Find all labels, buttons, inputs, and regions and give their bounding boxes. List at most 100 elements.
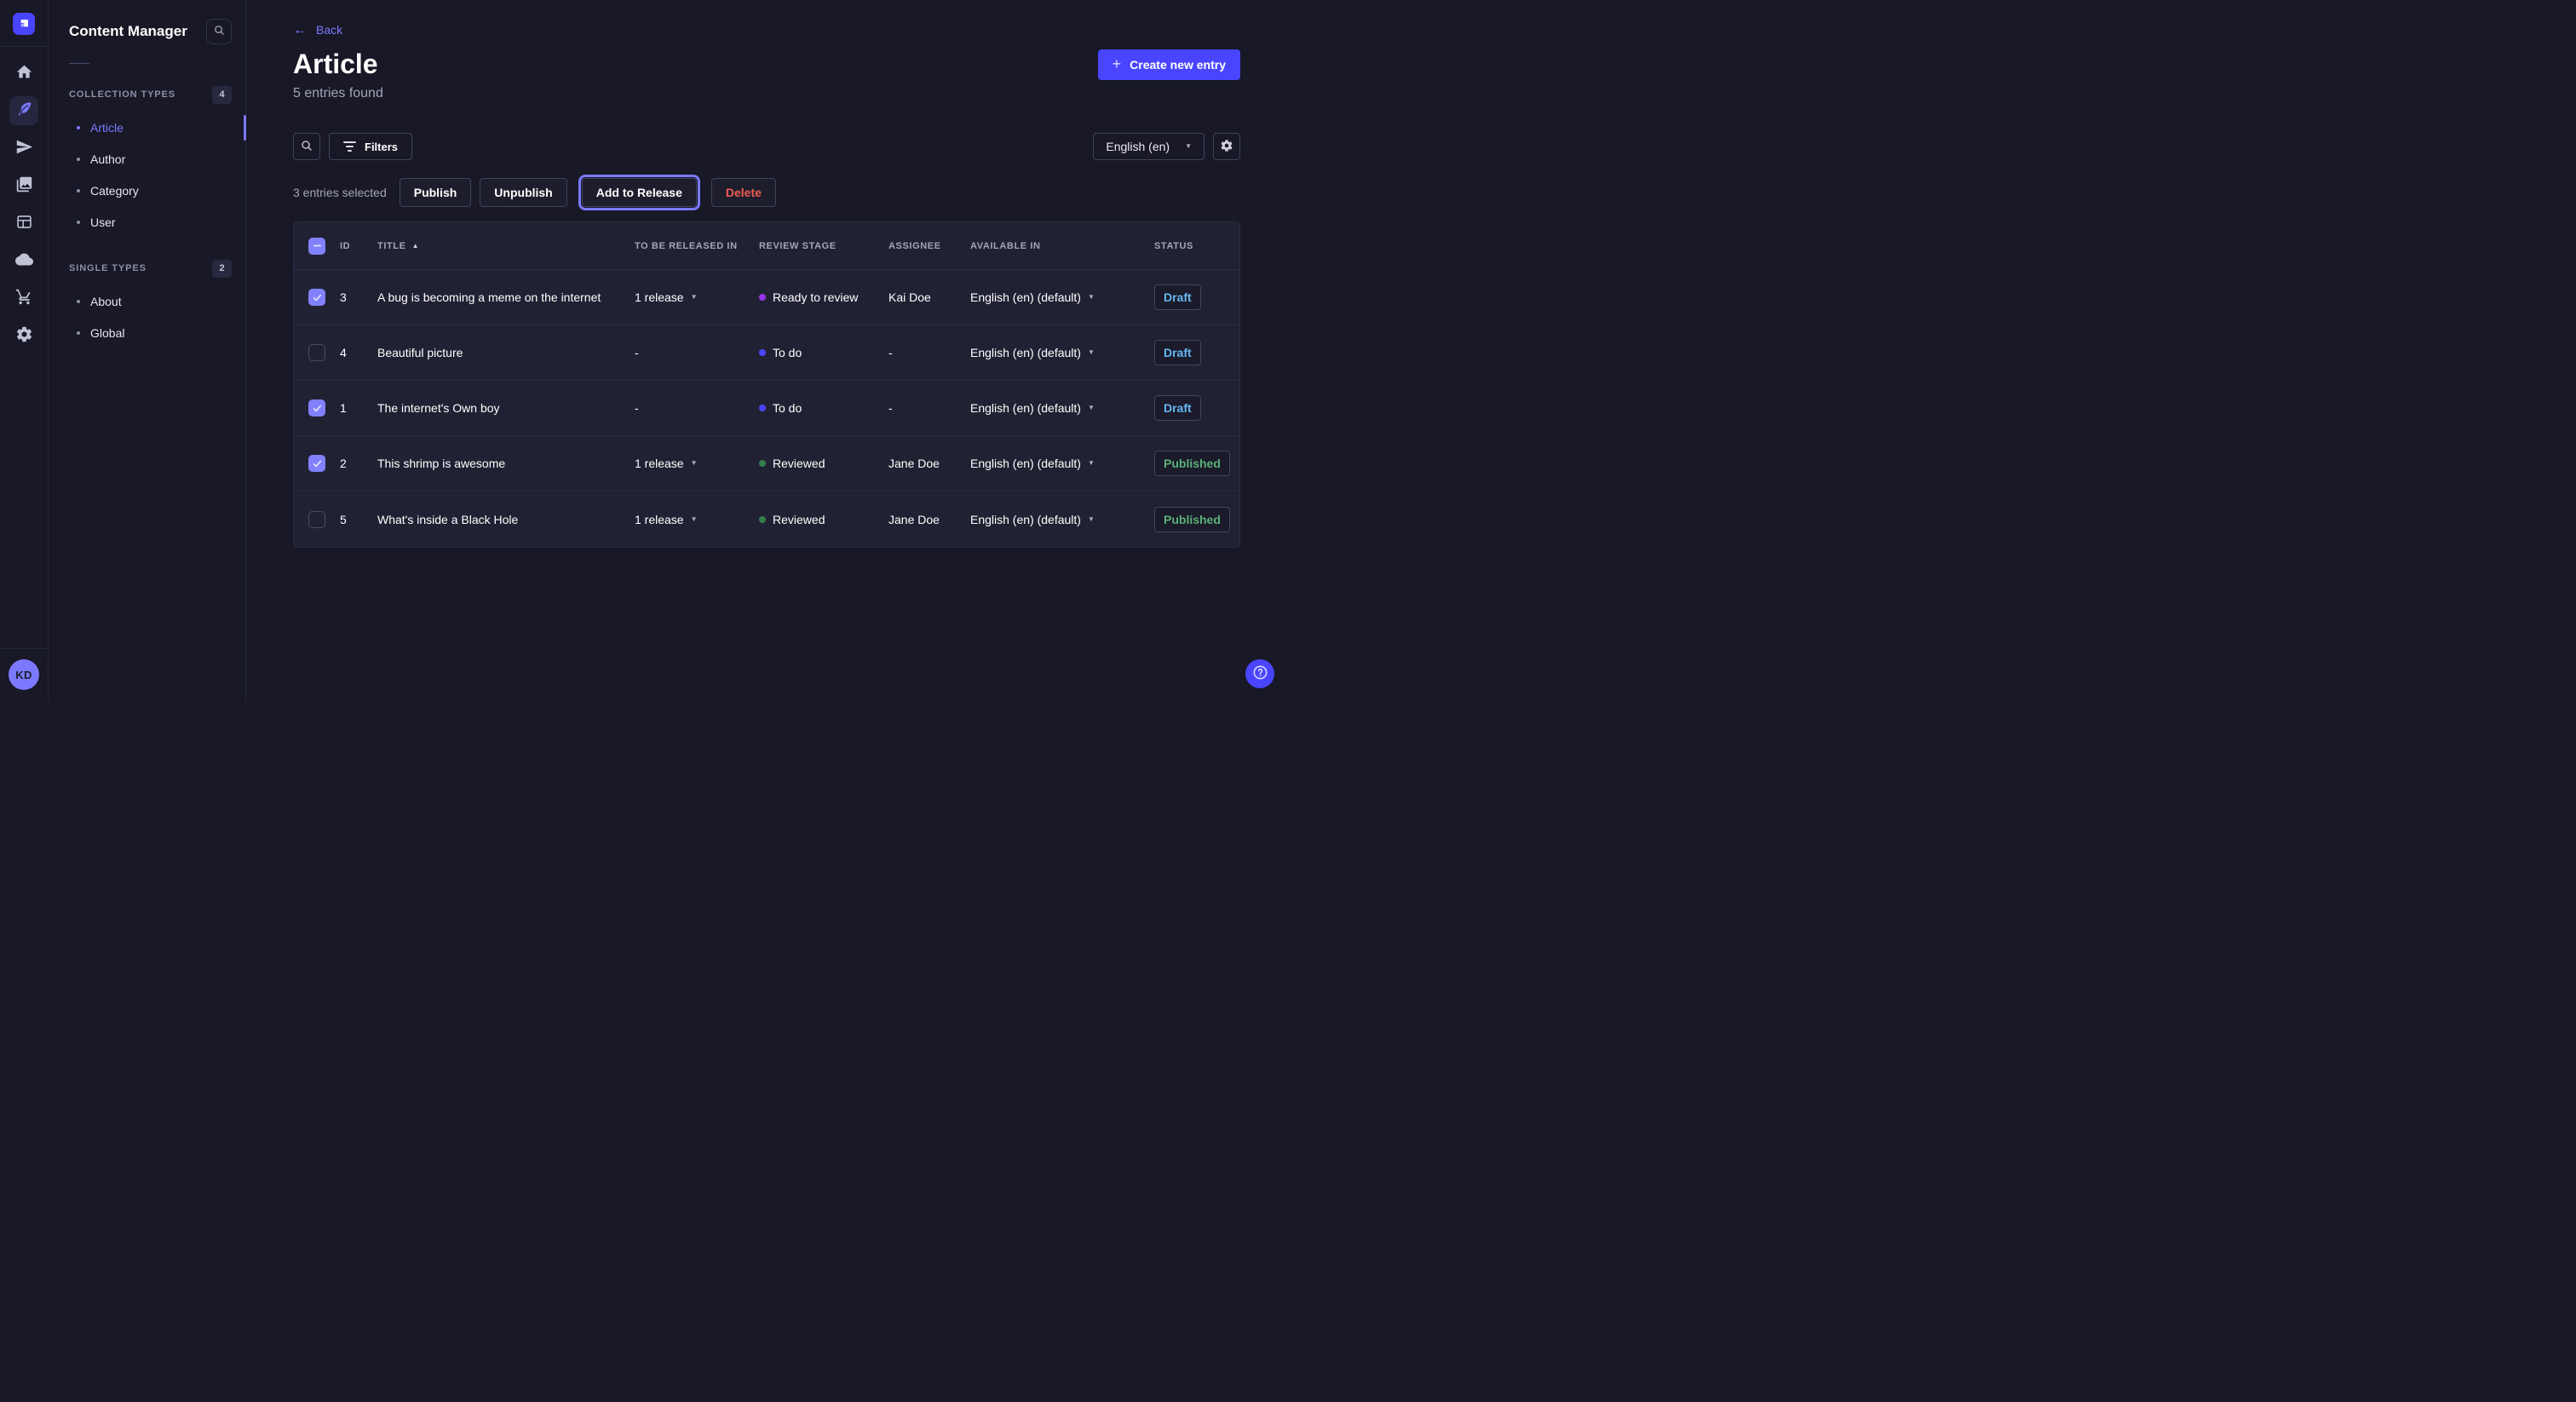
bullet-icon [77, 300, 80, 303]
main-content: ← Back Article + Create new entry 5 entr… [246, 0, 1288, 701]
review-stage-cell: Ready to review [747, 290, 877, 304]
review-stage-cell: To do [747, 346, 877, 359]
row-checkbox[interactable] [308, 455, 325, 472]
rail-nav [9, 59, 38, 350]
release-dropdown[interactable]: 1 release▼ [623, 290, 747, 304]
bullet-icon [77, 331, 80, 335]
table-row[interactable]: 5What's inside a Black Hole1 release▼Rev… [294, 491, 1239, 547]
back-link[interactable]: ← Back [293, 22, 342, 37]
search-icon [300, 139, 313, 155]
page-title: Article [293, 50, 378, 79]
locale-dropdown[interactable]: English (en) (default)▼ [958, 346, 1142, 359]
search-icon [213, 24, 226, 39]
column-header-id[interactable]: ID [340, 241, 377, 251]
locale-select[interactable]: English (en) ▼ [1093, 133, 1205, 160]
sidebar-item-article[interactable]: Article [49, 112, 245, 143]
sidebar-item-label: Article [90, 121, 124, 135]
content-manager-sidebar: Content Manager COLLECTION TYPES4Article… [49, 0, 246, 701]
sidebar-item-label: Global [90, 326, 124, 340]
review-stage-cell: To do [747, 401, 877, 415]
column-header-title[interactable]: TITLE ▲ [377, 241, 623, 251]
sidebar-item-label: About [90, 295, 122, 308]
chevron-down-icon: ▼ [691, 294, 698, 301]
locale-dropdown[interactable]: English (en) (default)▼ [958, 457, 1142, 470]
chevron-down-icon: ▼ [1088, 294, 1095, 301]
select-all-checkbox[interactable] [308, 238, 325, 255]
bullet-icon [77, 189, 80, 192]
release-dropdown[interactable]: 1 release▼ [623, 457, 747, 470]
column-header-review-stage[interactable]: REVIEW STAGE [747, 241, 877, 251]
rail-item-media-library[interactable] [9, 171, 38, 200]
sidebar-item-global[interactable]: Global [49, 317, 245, 348]
section-count-badge: 4 [212, 86, 232, 104]
user-avatar[interactable]: KD [9, 659, 39, 690]
row-checkbox[interactable] [308, 289, 325, 306]
chevron-down-icon: ▼ [1088, 405, 1095, 411]
table-row[interactable]: 4Beautiful picture-To do-English (en) (d… [294, 325, 1239, 381]
section-count-badge: 2 [212, 260, 232, 278]
locale-dropdown[interactable]: English (en) (default)▼ [958, 401, 1142, 415]
chevron-down-icon: ▼ [1088, 516, 1095, 523]
sidebar-item-label: Category [90, 184, 139, 198]
table-header-row: ID TITLE ▲ TO BE RELEASED IN REVIEW STAG… [294, 222, 1239, 270]
entries-count: 5 entries found [293, 86, 1240, 101]
status-badge: Draft [1154, 340, 1201, 365]
sidebar-section: SINGLE TYPES2AboutGlobal [49, 258, 245, 348]
bullet-icon [77, 126, 80, 129]
release-cell: - [623, 401, 747, 415]
unpublish-button[interactable]: Unpublish [480, 178, 566, 207]
locale-dropdown[interactable]: English (en) (default)▼ [958, 290, 1142, 304]
sidebar-item-user[interactable]: User [49, 206, 245, 238]
rail-item-home[interactable] [9, 59, 38, 88]
home-icon [15, 63, 33, 83]
sidebar-item-author[interactable]: Author [49, 143, 245, 175]
gear-icon [15, 325, 33, 346]
row-title-cell: This shrimp is awesome [377, 457, 623, 470]
row-checkbox[interactable] [308, 511, 325, 528]
rail-item-content-type-builder[interactable] [9, 209, 38, 238]
row-title-cell: Beautiful picture [377, 346, 623, 359]
rail-item-marketplace[interactable] [9, 284, 38, 313]
table-row[interactable]: 1The internet's Own boy-To do-English (e… [294, 381, 1239, 436]
rail-bottom-divider [0, 648, 48, 649]
row-id-cell: 5 [340, 513, 377, 526]
locale-value: English (en) [1106, 140, 1170, 153]
paper-plane-icon [15, 138, 33, 158]
status-cell: Draft [1142, 340, 1239, 365]
column-header-assignee[interactable]: ASSIGNEE [877, 241, 958, 251]
column-header-to-be-released-in[interactable]: TO BE RELEASED IN [623, 241, 747, 251]
rail-item-content-manager[interactable] [9, 96, 38, 125]
table-row[interactable]: 3A bug is becoming a meme on the interne… [294, 270, 1239, 325]
row-title-cell: The internet's Own boy [377, 401, 623, 415]
rail-item-releases[interactable] [9, 134, 38, 163]
help-button[interactable] [1245, 659, 1274, 688]
column-header-available-in[interactable]: AVAILABLE IN [958, 241, 1142, 251]
question-icon [1251, 664, 1269, 684]
column-header-status[interactable]: STATUS [1142, 241, 1239, 251]
rail-item-settings[interactable] [9, 321, 38, 350]
sidebar-search-button[interactable] [206, 19, 232, 44]
delete-button[interactable]: Delete [711, 178, 776, 207]
strapi-logo[interactable] [13, 13, 35, 35]
filters-button[interactable]: Filters [329, 133, 412, 160]
search-entries-button[interactable] [293, 133, 320, 160]
table-row[interactable]: 2This shrimp is awesome1 release▼Reviewe… [294, 436, 1239, 491]
row-checkbox[interactable] [308, 399, 325, 417]
locale-dropdown[interactable]: English (en) (default)▼ [958, 513, 1142, 526]
cloud-icon [15, 250, 33, 271]
row-id-cell: 1 [340, 401, 377, 415]
sort-ascending-icon: ▲ [412, 243, 420, 250]
row-checkbox[interactable] [308, 344, 325, 361]
view-settings-button[interactable] [1213, 133, 1240, 160]
status-badge: Published [1154, 507, 1230, 532]
create-new-entry-button[interactable]: + Create new entry [1098, 49, 1240, 80]
release-dropdown[interactable]: 1 release▼ [623, 513, 747, 526]
sidebar-item-category[interactable]: Category [49, 175, 245, 206]
rail-item-cloud[interactable] [9, 246, 38, 275]
back-arrow-icon: ← [293, 22, 308, 37]
sidebar-item-about[interactable]: About [49, 285, 245, 317]
publish-button[interactable]: Publish [400, 178, 472, 207]
chevron-down-icon: ▼ [691, 516, 698, 523]
add-to-release-button[interactable]: Add to Release [582, 178, 697, 207]
assignee-cell: Kai Doe [877, 290, 958, 304]
